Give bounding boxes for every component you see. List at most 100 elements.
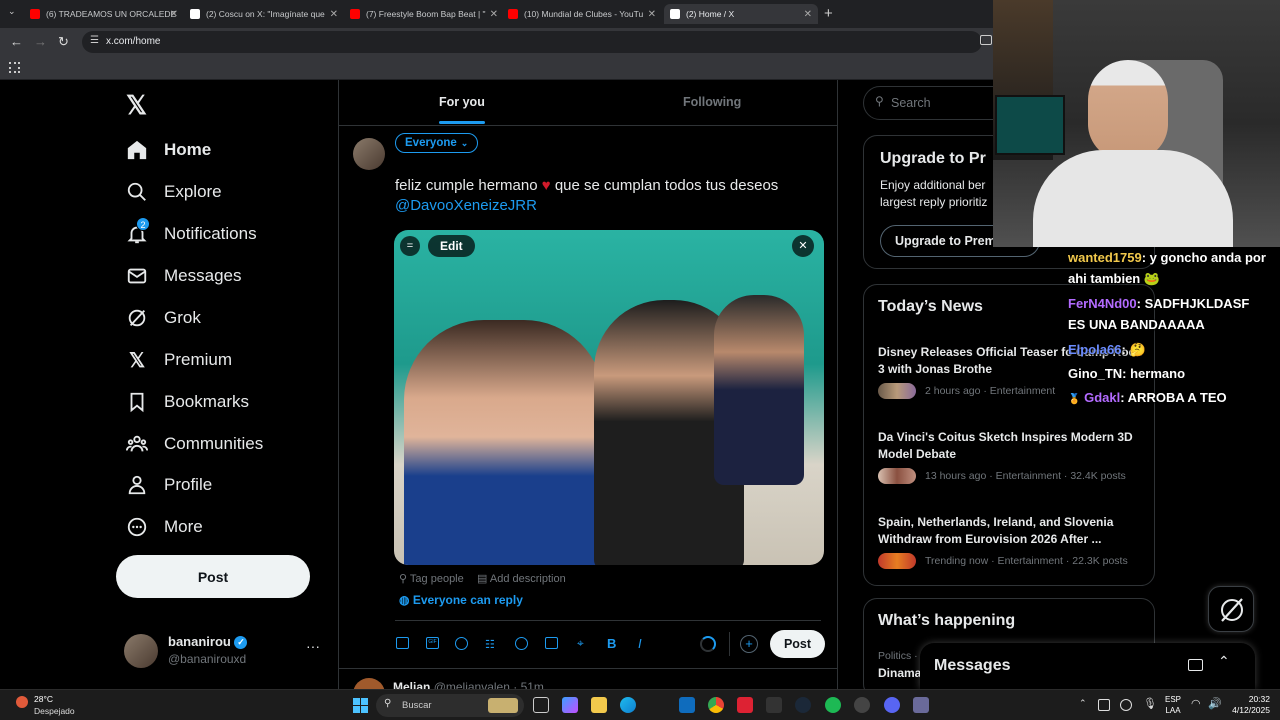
clock[interactable]: 20:32 4/12/2025 <box>1228 694 1270 716</box>
gif-icon[interactable]: GIF <box>426 637 439 649</box>
app-icon[interactable] <box>737 697 753 713</box>
nav-notifications[interactable]: 2 Notifications <box>124 214 257 254</box>
tab-following[interactable]: Following <box>683 95 741 109</box>
media-edit-button[interactable]: Edit <box>428 235 475 257</box>
nav-messages[interactable]: Messages <box>124 256 241 296</box>
close-icon[interactable]: ✕ <box>170 9 178 20</box>
media-close-icon[interactable]: ✕ <box>792 235 814 257</box>
bookmark-icon <box>124 389 150 415</box>
nav-more[interactable]: More <box>124 507 203 547</box>
nav-bookmarks[interactable]: Bookmarks <box>124 382 249 422</box>
location-icon[interactable]: ⌖ <box>577 636 584 651</box>
composer-divider <box>395 620 821 621</box>
close-icon[interactable]: ✕ <box>648 9 656 20</box>
nav-grok[interactable]: Grok <box>124 298 201 338</box>
url-field[interactable]: ☰ x.com/home <box>82 31 982 53</box>
emoji-icon[interactable] <box>515 637 528 650</box>
browser-tab-2[interactable]: (2) Coscu on X: "Imagínate que ✕ <box>190 4 340 24</box>
steam-icon[interactable] <box>795 697 811 713</box>
close-icon[interactable]: ✕ <box>804 9 812 20</box>
volume-icon[interactable]: 🔊 <box>1208 697 1222 710</box>
spotify-icon[interactable] <box>825 697 841 713</box>
browser-tab-5[interactable]: (2) Home / X ✕ <box>664 4 818 24</box>
nav-communities[interactable]: Communities <box>124 424 263 464</box>
back-icon[interactable]: ← <box>10 34 23 49</box>
app-icon[interactable] <box>766 697 782 713</box>
account-switcher[interactable]: bananirou ✓ @bananirouxd ··· <box>124 632 324 672</box>
copilot-icon[interactable] <box>562 697 578 713</box>
chat-message: 🏅 Gdakl: ARROBA A TEO <box>1068 390 1227 405</box>
poll-icon[interactable]: ☷ <box>485 638 495 651</box>
emote-icon: 🐸 <box>1143 271 1161 286</box>
browser-tab-1[interactable]: (6) TRADEAMOS UN ORCALEDE ✕ <box>30 4 180 24</box>
grok-icon <box>1221 598 1243 622</box>
edge-icon[interactable] <box>620 697 636 713</box>
compose-textarea[interactable]: feliz cumple hermano ♥ que se cumplan to… <box>395 176 805 216</box>
happening-item[interactable]: Dinama <box>878 666 921 680</box>
new-tab-button[interactable]: + <box>824 5 833 22</box>
composer-post-button[interactable]: Post <box>770 630 825 658</box>
site-info-icon[interactable]: ☰ <box>90 35 99 46</box>
post-button[interactable]: Post <box>116 555 310 598</box>
nav-premium[interactable]: 𝕏 Premium <box>124 340 232 380</box>
x-logo-icon[interactable]: 𝕏 <box>126 90 147 121</box>
close-icon[interactable]: ✕ <box>330 9 338 20</box>
microphone-icon[interactable]: 🎙 <box>1143 697 1157 710</box>
cast-icon[interactable] <box>980 35 992 45</box>
news-item[interactable]: Da Vinci's Coitus Sketch Inspires Modern… <box>878 429 1148 484</box>
start-button-icon[interactable] <box>353 698 368 713</box>
add-description-link[interactable]: ▤ Add description <box>477 572 566 585</box>
nav-explore[interactable]: Explore <box>124 172 222 212</box>
audience-selector[interactable]: Everyone ⌄ <box>395 133 479 153</box>
upgrade-title: Upgrade to Pr <box>880 150 986 167</box>
new-message-icon[interactable] <box>1188 659 1203 671</box>
media-icon[interactable] <box>396 637 409 649</box>
reload-icon[interactable]: ↻ <box>58 34 69 50</box>
tag-people-link[interactable]: ⚲ Tag people <box>399 572 464 585</box>
tray-chevron-icon[interactable]: ⌃ <box>1079 698 1087 709</box>
browser-tab-3[interactable]: (7) Freestyle Boom Bap Beat | " ✕ <box>350 4 500 24</box>
webcam-overlay <box>993 0 1280 247</box>
mention-link[interactable]: @DavooXeneizeJRR <box>395 197 537 214</box>
nav-label: Grok <box>164 308 201 327</box>
more-dots-icon[interactable]: ··· <box>306 638 320 654</box>
obs-icon[interactable] <box>854 697 870 713</box>
chrome-icon[interactable] <box>708 697 724 713</box>
forward-icon[interactable]: → <box>34 34 47 49</box>
expand-icon[interactable]: ⌃ <box>1218 653 1230 670</box>
bold-icon[interactable]: B <box>607 636 616 651</box>
task-view-icon[interactable] <box>533 697 549 713</box>
close-icon[interactable]: ✕ <box>490 9 498 20</box>
wifi-icon[interactable]: ◠ <box>1191 697 1201 710</box>
language-indicator[interactable]: ESP LAA <box>1165 694 1181 716</box>
reply-setting[interactable]: ◍ Everyone can reply <box>399 593 523 607</box>
tabs-divider <box>339 125 837 126</box>
browser-tab-4[interactable]: (10) Mundial de Clubes - YouTu ✕ <box>508 4 658 24</box>
taskbar-search[interactable]: ⚲ Buscar <box>376 694 524 717</box>
tray-icon[interactable] <box>1120 699 1132 711</box>
italic-icon[interactable]: I <box>638 636 642 651</box>
nav-label: Bookmarks <box>164 392 250 411</box>
grok-icon[interactable] <box>455 637 468 650</box>
schedule-icon[interactable] <box>545 637 558 649</box>
nav-label: Messages <box>164 266 242 285</box>
tray-icon[interactable] <box>1098 699 1110 711</box>
file-explorer-icon[interactable] <box>591 697 607 713</box>
apps-grid-icon[interactable] <box>9 62 20 73</box>
chat-message: ahi tambien 🐸 <box>1068 271 1161 286</box>
media-edit-menu-icon[interactable]: = <box>400 236 420 256</box>
add-post-icon[interactable]: + <box>740 635 758 653</box>
globe-icon: ◍ <box>399 593 410 607</box>
outlook-icon[interactable] <box>679 697 695 713</box>
tab-search-icon[interactable]: ⌄ <box>8 6 22 20</box>
app-icon[interactable] <box>913 697 929 713</box>
nav-profile[interactable]: Profile <box>124 465 212 505</box>
grok-float-button[interactable] <box>1208 586 1254 632</box>
discord-icon[interactable] <box>884 697 900 713</box>
messages-drawer[interactable]: Messages ⌃ <box>920 643 1255 689</box>
avatar-stack <box>878 553 916 569</box>
x-logo-icon: 𝕏 <box>128 349 146 372</box>
news-item[interactable]: Spain, Netherlands, Ireland, and Sloveni… <box>878 514 1148 569</box>
nav-home[interactable]: Home <box>124 130 211 170</box>
tab-for-you[interactable]: For you <box>439 95 485 124</box>
